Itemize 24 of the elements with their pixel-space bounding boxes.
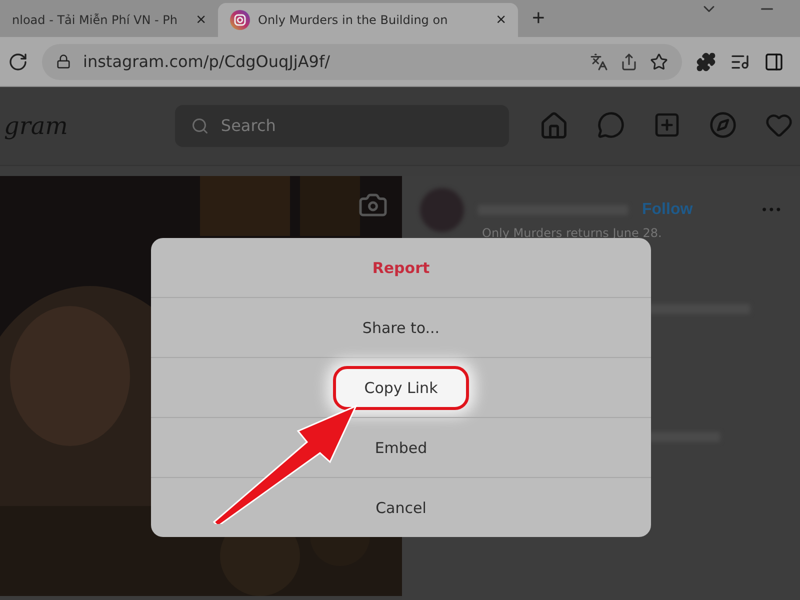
tab-title: Only Murders in the Building on (258, 13, 449, 28)
new-tab-button[interactable]: + (518, 5, 559, 38)
avatar (420, 188, 464, 232)
translate-icon[interactable] (590, 52, 608, 70)
browser-tab[interactable]: Only Murders in the Building on × (218, 3, 518, 38)
browser-tab[interactable]: nload - Tải Miễn Phí VN - Ph × (0, 3, 218, 38)
tab-title: nload - Tải Miễn Phí VN - Ph (12, 13, 179, 28)
star-icon[interactable] (650, 52, 668, 70)
share-icon[interactable] (620, 52, 638, 70)
close-button[interactable]: × (196, 10, 206, 30)
side-panel-icon[interactable] (764, 52, 784, 72)
address-bar[interactable]: instagram.com/p/CdgOuqJjA9f/ (42, 44, 682, 80)
menu-item[interactable]: Copy Link (151, 357, 651, 417)
search-icon (190, 116, 209, 135)
caption-text: Only Murders returns June 28. (482, 226, 663, 240)
puzzle-icon[interactable] (696, 52, 716, 72)
search-field[interactable]: Search (174, 104, 509, 147)
close-button[interactable]: × (496, 10, 506, 30)
url-text: instagram.com/p/CdgOuqJjA9f/ (83, 52, 332, 71)
reload-icon[interactable] (8, 52, 28, 72)
menu-item[interactable]: Share to... (151, 297, 651, 357)
app-icon (230, 10, 250, 30)
menu-item[interactable]: Report (151, 238, 651, 297)
lock-icon (56, 54, 71, 69)
